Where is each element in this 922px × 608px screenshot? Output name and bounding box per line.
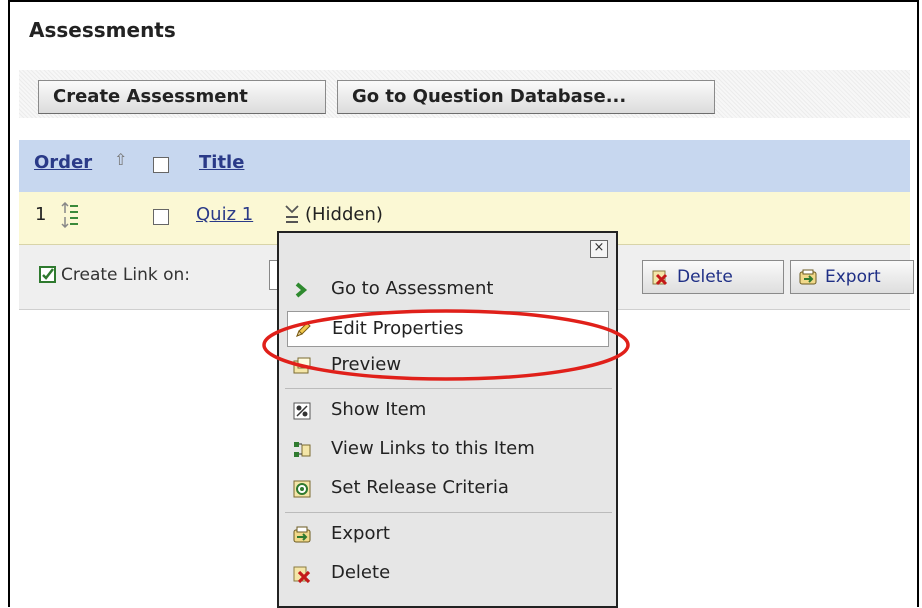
export-button-label: Export [825, 267, 881, 287]
export-button[interactable]: Export [790, 260, 914, 294]
create-link-label: Create Link on: [61, 265, 191, 285]
select-all-checkbox[interactable] [153, 157, 169, 173]
menu-separator [285, 388, 612, 389]
toolbar: Create Assessment Go to Question Databas… [19, 70, 910, 118]
delete-icon [293, 566, 311, 584]
question-database-button[interactable]: Go to Question Database... [337, 80, 715, 114]
menu-item-view-links[interactable]: View Links to this Item [279, 432, 616, 468]
preview-icon [293, 357, 311, 374]
close-icon[interactable]: × [590, 240, 608, 258]
links-icon [294, 442, 311, 457]
row-checkbox[interactable] [153, 209, 169, 225]
menu-item-export[interactable]: Export [279, 517, 616, 553]
menu-item-set-release-criteria[interactable]: Set Release Criteria [279, 471, 616, 507]
delete-button[interactable]: Delete [642, 260, 784, 294]
title-column-header[interactable]: Title [199, 152, 244, 173]
menu-separator [285, 512, 612, 513]
delete-icon [652, 270, 668, 286]
context-menu: × Go to Assessment Edit Properties Previ… [277, 231, 618, 608]
create-link-icon [39, 266, 56, 283]
delete-button-label: Delete [677, 267, 733, 287]
order-column-header[interactable]: Order [34, 152, 92, 173]
sort-up-icon[interactable]: ⇧ [114, 150, 127, 169]
show-item-icon [293, 402, 311, 420]
release-criteria-icon [293, 480, 311, 498]
page-title: Assessments [29, 18, 176, 42]
reorder-icon[interactable] [59, 202, 79, 228]
create-assessment-button[interactable]: Create Assessment [38, 80, 326, 114]
quiz-title-link[interactable]: Quiz 1 [196, 204, 253, 225]
export-icon [799, 269, 817, 285]
menu-item-delete[interactable]: Delete [279, 556, 616, 592]
menu-item-preview[interactable]: Preview [279, 348, 616, 384]
green-arrow-icon [295, 282, 308, 298]
menu-item-go-to-assessment[interactable]: Go to Assessment [279, 272, 616, 308]
menu-item-edit-properties[interactable]: Edit Properties [287, 311, 609, 347]
row-order-number: 1 [35, 204, 47, 225]
status-label: (Hidden) [305, 204, 383, 225]
table-header: Order ⇧ Title [19, 140, 910, 193]
context-menu-icon[interactable] [284, 204, 300, 224]
pencil-icon [296, 322, 311, 337]
menu-item-show-item[interactable]: Show Item [279, 393, 616, 429]
export-icon [293, 526, 311, 543]
